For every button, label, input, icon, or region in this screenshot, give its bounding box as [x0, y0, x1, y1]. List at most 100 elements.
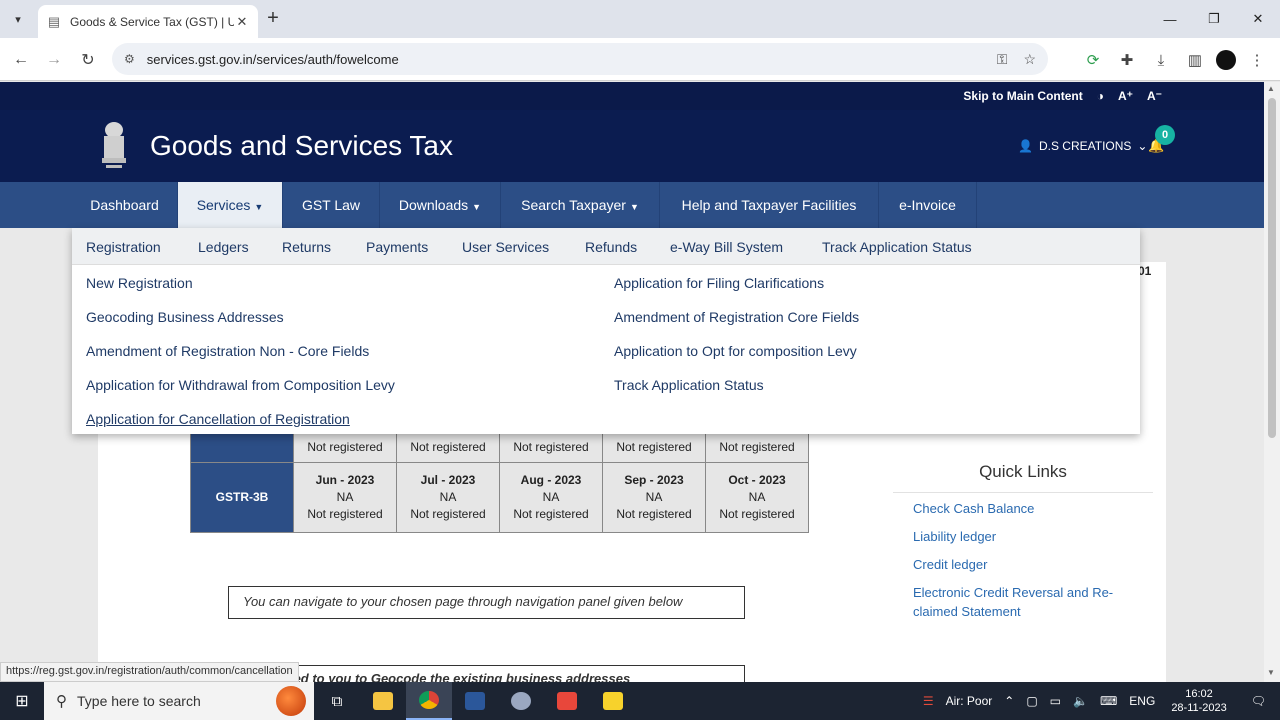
- task-view-icon[interactable]: ⧉: [314, 682, 360, 720]
- url-text[interactable]: services.gst.gov.in/services/auth/fowelc…: [147, 52, 981, 67]
- link-opt-composition[interactable]: Application to Opt for composition Levy: [614, 343, 857, 359]
- page-scrollbar[interactable]: ▲ ▼: [1264, 82, 1280, 682]
- month: Sep - 2023: [624, 473, 684, 487]
- link-amend-core[interactable]: Amendment of Registration Core Fields: [614, 309, 859, 325]
- table-cell[interactable]: Jun - 2023 NA Not registered: [293, 462, 397, 533]
- tab-close-icon[interactable]: ✕: [234, 14, 250, 30]
- network-icon[interactable]: ▭: [1044, 694, 1067, 708]
- subtab-track-status[interactable]: Track Application Status: [822, 239, 972, 255]
- nav-search-taxpayer[interactable]: Search Taxpayer ▼: [501, 182, 660, 228]
- windows-taskbar: ⊞ ⚲ Type here to search ⧉ ☰ Air: Poor ⌃ …: [0, 682, 1280, 720]
- link-track-application[interactable]: Track Application Status: [614, 377, 764, 393]
- tray-device-icon[interactable]: ▢: [1020, 694, 1043, 708]
- kebab-menu-icon[interactable]: ⋮: [1244, 47, 1270, 73]
- scroll-thumb[interactable]: [1268, 98, 1276, 438]
- notification-center-icon[interactable]: 🗨: [1237, 694, 1280, 708]
- user-menu[interactable]: 👤 D.S CREATIONS ⌄: [1018, 139, 1147, 153]
- back-arrow-icon[interactable]: ←: [8, 47, 34, 73]
- language-indicator[interactable]: ENG: [1123, 694, 1161, 708]
- notification-count-badge[interactable]: 0: [1155, 125, 1175, 145]
- table-cell[interactable]: Jul - 2023 NA Not registered: [396, 462, 500, 533]
- table-cell: Not registered: [705, 432, 809, 463]
- link-filing-clarifications[interactable]: Application for Filing Clarifications: [614, 275, 824, 291]
- volume-muted-icon[interactable]: 🔈: [1067, 694, 1094, 708]
- nav-help[interactable]: Help and Taxpayer Facilities: [660, 182, 879, 228]
- nav-gst-law[interactable]: GST Law: [283, 182, 380, 228]
- link-cancellation[interactable]: Application for Cancellation of Registra…: [86, 411, 350, 427]
- taskbar-search[interactable]: ⚲ Type here to search: [44, 682, 314, 720]
- link-new-registration[interactable]: New Registration: [86, 275, 193, 291]
- site-title[interactable]: Goods and Services Tax: [150, 130, 453, 162]
- browser-tab[interactable]: ▤ Goods & Service Tax (GST) | Use ✕: [38, 5, 258, 38]
- input-indicator-icon[interactable]: ⌨: [1094, 694, 1123, 708]
- subtab-eway-bill[interactable]: e-Way Bill System: [670, 239, 783, 255]
- tray-chevron-up-icon[interactable]: ⌃: [998, 694, 1020, 708]
- scroll-up-icon[interactable]: ▲: [1267, 84, 1275, 93]
- user-icon: 👤: [1018, 139, 1033, 153]
- nav-services[interactable]: Services ▼: [178, 182, 283, 228]
- clock-date: 28-11-2023: [1171, 702, 1227, 714]
- font-decrease-button[interactable]: A⁻: [1147, 89, 1162, 103]
- table-cell: Not registered: [293, 432, 397, 463]
- side-number: 01: [1138, 264, 1152, 278]
- accessibility-strip: Skip to Main Content ◑ A⁺ A⁻: [0, 82, 1264, 110]
- nav-e-invoice[interactable]: e-Invoice: [879, 182, 977, 228]
- extension-sync-icon[interactable]: ⟳: [1080, 47, 1106, 73]
- month: Aug - 2023: [520, 473, 582, 487]
- windows-start-icon[interactable]: ⊞: [0, 682, 44, 720]
- address-bar[interactable]: ⚙ services.gst.gov.in/services/auth/fowe…: [112, 43, 1048, 75]
- subtab-registration[interactable]: Registration: [86, 239, 161, 255]
- table-cell[interactable]: Aug - 2023 NA Not registered: [499, 462, 603, 533]
- download-icon[interactable]: ⤓: [1148, 47, 1174, 73]
- chrome-icon[interactable]: [406, 682, 452, 720]
- link-geocoding[interactable]: Geocoding Business Addresses: [86, 309, 284, 325]
- side-panel-icon[interactable]: ▥: [1182, 47, 1208, 73]
- file-explorer-icon[interactable]: [360, 682, 406, 720]
- window-close-icon[interactable]: ✕: [1236, 0, 1280, 38]
- app-icon[interactable]: [498, 682, 544, 720]
- nav-dashboard[interactable]: Dashboard: [72, 182, 178, 228]
- web-page: Skip to Main Content ◑ A⁺ A⁻ Goods and S…: [0, 82, 1264, 682]
- forward-arrow-icon[interactable]: →: [41, 47, 67, 73]
- nav-downloads[interactable]: Downloads ▼: [380, 182, 501, 228]
- subtab-payments[interactable]: Payments: [366, 239, 428, 255]
- link-withdraw-composition[interactable]: Application for Withdrawal from Composit…: [86, 377, 395, 393]
- profile-avatar[interactable]: [1216, 50, 1236, 70]
- subtab-user-services[interactable]: User Services: [462, 239, 549, 255]
- month: Jun - 2023: [315, 473, 375, 487]
- system-tray: ☰ Air: Poor ⌃ ▢ ▭ 🔈 ⌨ ENG 16:02 28-11-20…: [917, 682, 1280, 720]
- new-tab-plus-icon[interactable]: +: [262, 8, 284, 30]
- extensions-puzzle-icon[interactable]: ✚: [1114, 47, 1140, 73]
- site-info-icon[interactable]: ⚙: [124, 52, 135, 66]
- restore-icon[interactable]: ❐: [1192, 0, 1236, 38]
- subtab-returns[interactable]: Returns: [282, 239, 331, 255]
- link-amend-non-core[interactable]: Amendment of Registration Non - Core Fie…: [86, 343, 369, 359]
- scroll-down-icon[interactable]: ▼: [1267, 668, 1275, 677]
- bookmark-star-icon[interactable]: ☆: [1023, 51, 1036, 68]
- word-icon[interactable]: [452, 682, 498, 720]
- font-increase-button[interactable]: A⁺: [1118, 89, 1133, 103]
- reload-icon[interactable]: ↻: [75, 47, 101, 73]
- sticky-notes-icon[interactable]: [590, 682, 636, 720]
- table-cell[interactable]: Sep - 2023 NA Not registered: [602, 462, 706, 533]
- air-quality-icon[interactable]: ☰: [917, 694, 940, 708]
- skip-to-main-link[interactable]: Skip to Main Content: [963, 89, 1082, 103]
- subtab-ledgers[interactable]: Ledgers: [198, 239, 249, 255]
- caret-down-icon: ▼: [629, 202, 639, 212]
- search-highlight-icon[interactable]: [276, 686, 306, 716]
- quick-link-credit-ledger[interactable]: Credit ledger: [913, 555, 1153, 574]
- minimize-icon[interactable]: —: [1148, 0, 1192, 38]
- quick-link-credit-reversal[interactable]: Electronic Credit Reversal and Re-claime…: [913, 583, 1153, 621]
- quick-link-liability-ledger[interactable]: Liability ledger: [913, 527, 1153, 546]
- national-emblem-icon: [102, 122, 126, 168]
- value: NA: [542, 490, 560, 504]
- subtab-refunds[interactable]: Refunds: [585, 239, 637, 255]
- air-quality-text[interactable]: Air: Poor: [940, 694, 999, 708]
- tab-search-chevron-icon[interactable]: ▾: [6, 7, 30, 31]
- system-clock[interactable]: 16:02 28-11-2023: [1161, 687, 1236, 715]
- anydesk-icon[interactable]: [544, 682, 590, 720]
- key-icon[interactable]: ⚿: [997, 51, 1008, 68]
- quick-link-cash-balance[interactable]: Check Cash Balance: [913, 499, 1153, 518]
- contrast-icon[interactable]: ◑: [1097, 89, 1104, 103]
- table-cell[interactable]: Oct - 2023 NA Not registered: [705, 462, 809, 533]
